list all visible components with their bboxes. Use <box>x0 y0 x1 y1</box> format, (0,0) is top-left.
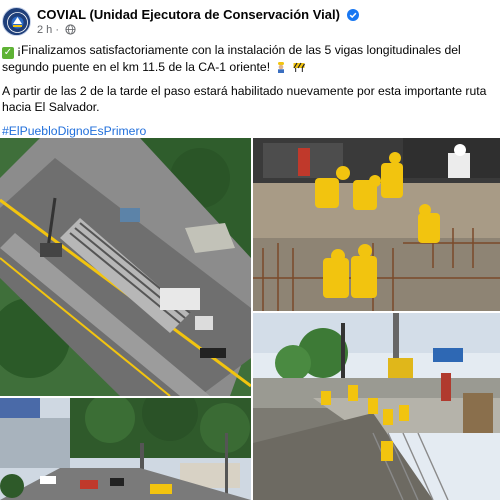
highway-city-photo[interactable] <box>0 398 251 500</box>
page-name-text[interactable]: COVIAL (Unidad Ejecutora de Conservación… <box>37 7 340 22</box>
globe-icon <box>65 24 76 38</box>
page-avatar[interactable] <box>2 7 31 36</box>
post-time[interactable]: 2 h <box>37 24 52 36</box>
post-body: ✓ ¡Finalizamos satisfactoriamente con la … <box>2 42 500 147</box>
bridge-crane-photo[interactable] <box>253 313 500 500</box>
construction-worker-emoji-icon <box>275 61 287 73</box>
post-header: COVIAL (Unidad Ejecutora de Conservación… <box>0 0 500 40</box>
post-paragraph-1: ✓ ¡Finalizamos satisfactoriamente con la … <box>2 42 500 75</box>
post-text-line1: ¡Finalizamos satisfactoriamente con la i… <box>2 43 461 74</box>
aerial-bridge-photo[interactable] <box>0 138 251 396</box>
post-hashtag[interactable]: #ElPuebloDignoEsPrimero <box>2 123 500 139</box>
page-name[interactable]: COVIAL (Unidad Ejecutora de Conservación… <box>37 7 359 24</box>
construction-sign-emoji-icon <box>293 61 305 73</box>
photo-grid <box>0 138 500 500</box>
workers-rebar-photo[interactable] <box>253 138 500 311</box>
check-mark-emoji-icon: ✓ <box>2 47 14 59</box>
post-meta: 2 h · <box>37 24 76 38</box>
verified-badge-icon <box>346 9 359 24</box>
post-paragraph-2: A partir de las 2 de la tarde el paso es… <box>2 84 487 114</box>
